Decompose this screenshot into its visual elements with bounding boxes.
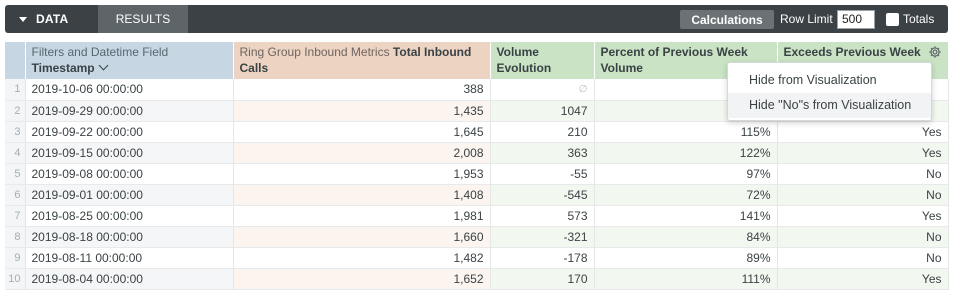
calculations-button[interactable]: Calculations [680,10,774,29]
timestamp-cell: 2019-09-08 00:00:00 [25,163,234,185]
row-index: 1 [5,79,26,101]
timestamp-cell: 2019-10-06 00:00:00 [25,79,234,101]
table-row: 7 2019-08-25 00:00:00 1,981 573 141% Yes [5,205,949,227]
percent-previous-week-cell: 111% [594,268,778,290]
timestamp-cell: 2019-08-04 00:00:00 [25,268,234,290]
row-index: 3 [5,121,26,143]
percent-previous-week-cell: 84% [594,226,778,248]
percent-previous-week-cell: 115% [594,121,778,143]
row-index: 2 [5,100,26,122]
table-row: 10 2019-08-04 00:00:00 1,652 170 111% Ye… [5,268,949,290]
volume-evolution-cell: -321 [490,226,595,248]
calculations-button-label: Calculations [691,12,763,27]
totals-label: Totals [903,12,935,26]
exceeds-previous-week-cell: Yes [777,121,949,143]
menu-item-hide-from-visualization[interactable]: Hide from Visualization [728,68,931,93]
volume-evolution-cell: ∅ [490,79,595,101]
volume-evolution-cell: -545 [490,184,595,206]
row-limit-input[interactable]: 500 [837,10,875,29]
column-header-timestamp[interactable]: Filters and Datetime Field Timestamp [25,42,234,79]
column-header-total-inbound-calls[interactable]: Ring Group Inbound Metrics Total Inbound… [233,42,491,79]
column-header-volume-evolution[interactable]: Volume Evolution [490,42,595,79]
table-row: 4 2019-09-15 00:00:00 2,008 363 122% Yes [5,142,949,164]
volume-evolution-cell: -55 [490,163,595,185]
total-inbound-calls-cell: 1,408 [233,184,491,206]
row-index: 8 [5,226,26,248]
volume-evolution-cell: 363 [490,142,595,164]
row-index-header [5,42,26,79]
percent-previous-week-cell: 122% [594,142,778,164]
table-row: 9 2019-08-11 00:00:00 1,482 -178 89% No [5,247,949,269]
timestamp-cell: 2019-09-22 00:00:00 [25,121,234,143]
gear-icon[interactable] [928,45,942,59]
exceeds-previous-week-cell: No [777,226,949,248]
caret-down-icon [19,16,27,22]
data-toolbar: DATA RESULTS Calculations Row Limit 500 … [5,5,948,33]
total-inbound-calls-cell: 1,652 [233,268,491,290]
total-inbound-calls-cell: 2,008 [233,142,491,164]
timestamp-cell: 2019-09-15 00:00:00 [25,142,234,164]
row-index: 10 [5,268,26,290]
total-inbound-calls-cell: 1,660 [233,226,491,248]
table-row: 6 2019-09-01 00:00:00 1,408 -545 72% No [5,184,949,206]
column-group-label: Filters and Datetime Field [31,45,169,59]
total-inbound-calls-cell: 1,645 [233,121,491,143]
row-index: 7 [5,205,26,227]
row-index: 6 [5,184,26,206]
timestamp-cell: 2019-09-29 00:00:00 [25,100,234,122]
percent-previous-week-cell: 72% [594,184,778,206]
chevron-down-icon[interactable] [98,60,109,71]
percent-previous-week-cell: 141% [594,205,778,227]
total-inbound-calls-cell: 1,482 [233,247,491,269]
tab-results-label: RESULTS [115,12,171,26]
exceeds-previous-week-cell: Yes [777,142,949,164]
table-row: 8 2019-08-18 00:00:00 1,660 -321 84% No [5,226,949,248]
menu-item-hide-nos-from-visualization[interactable]: Hide "No"s from Visualization [728,93,931,118]
row-index: 9 [5,247,26,269]
volume-evolution-cell: -178 [490,247,595,269]
row-index: 5 [5,163,26,185]
tab-data-label: DATA [36,12,69,26]
column-name-label: Volume Evolution [496,45,552,75]
timestamp-cell: 2019-08-18 00:00:00 [25,226,234,248]
volume-evolution-cell: 573 [490,205,595,227]
exceeds-previous-week-cell: No [777,163,949,185]
total-inbound-calls-cell: 1,953 [233,163,491,185]
column-name-label: Exceeds Previous Week [783,45,921,59]
percent-previous-week-cell: 89% [594,247,778,269]
timestamp-cell: 2019-08-11 00:00:00 [25,247,234,269]
row-index: 4 [5,142,26,164]
exceeds-previous-week-cell: Yes [777,205,949,227]
timestamp-cell: 2019-08-25 00:00:00 [25,205,234,227]
totals-checkbox[interactable] [886,13,899,26]
exceeds-previous-week-cell: Yes [777,268,949,290]
column-group-label: Ring Group Inbound Metrics [239,45,390,59]
percent-previous-week-cell: 97% [594,163,778,185]
timestamp-cell: 2019-09-01 00:00:00 [25,184,234,206]
total-inbound-calls-cell: 1,981 [233,205,491,227]
volume-evolution-cell: 1047 [490,100,595,122]
column-name-label: Timestamp [31,61,95,75]
volume-evolution-cell: 170 [490,268,595,290]
total-inbound-calls-cell: 388 [233,79,491,101]
total-inbound-calls-cell: 1,435 [233,100,491,122]
column-name-label: Percent of Previous Week Volume [600,45,748,75]
exceeds-previous-week-cell: No [777,247,949,269]
tab-results[interactable]: RESULTS [98,5,188,33]
volume-evolution-cell: 210 [490,121,595,143]
table-row: 5 2019-09-08 00:00:00 1,953 -55 97% No [5,163,949,185]
column-settings-menu: Hide from Visualization Hide "No"s from … [727,62,932,121]
tab-data[interactable]: DATA [5,5,98,33]
row-limit-label: Row Limit [780,12,833,26]
exceeds-previous-week-cell: No [777,184,949,206]
table-row: 3 2019-09-22 00:00:00 1,645 210 115% Yes [5,121,949,143]
